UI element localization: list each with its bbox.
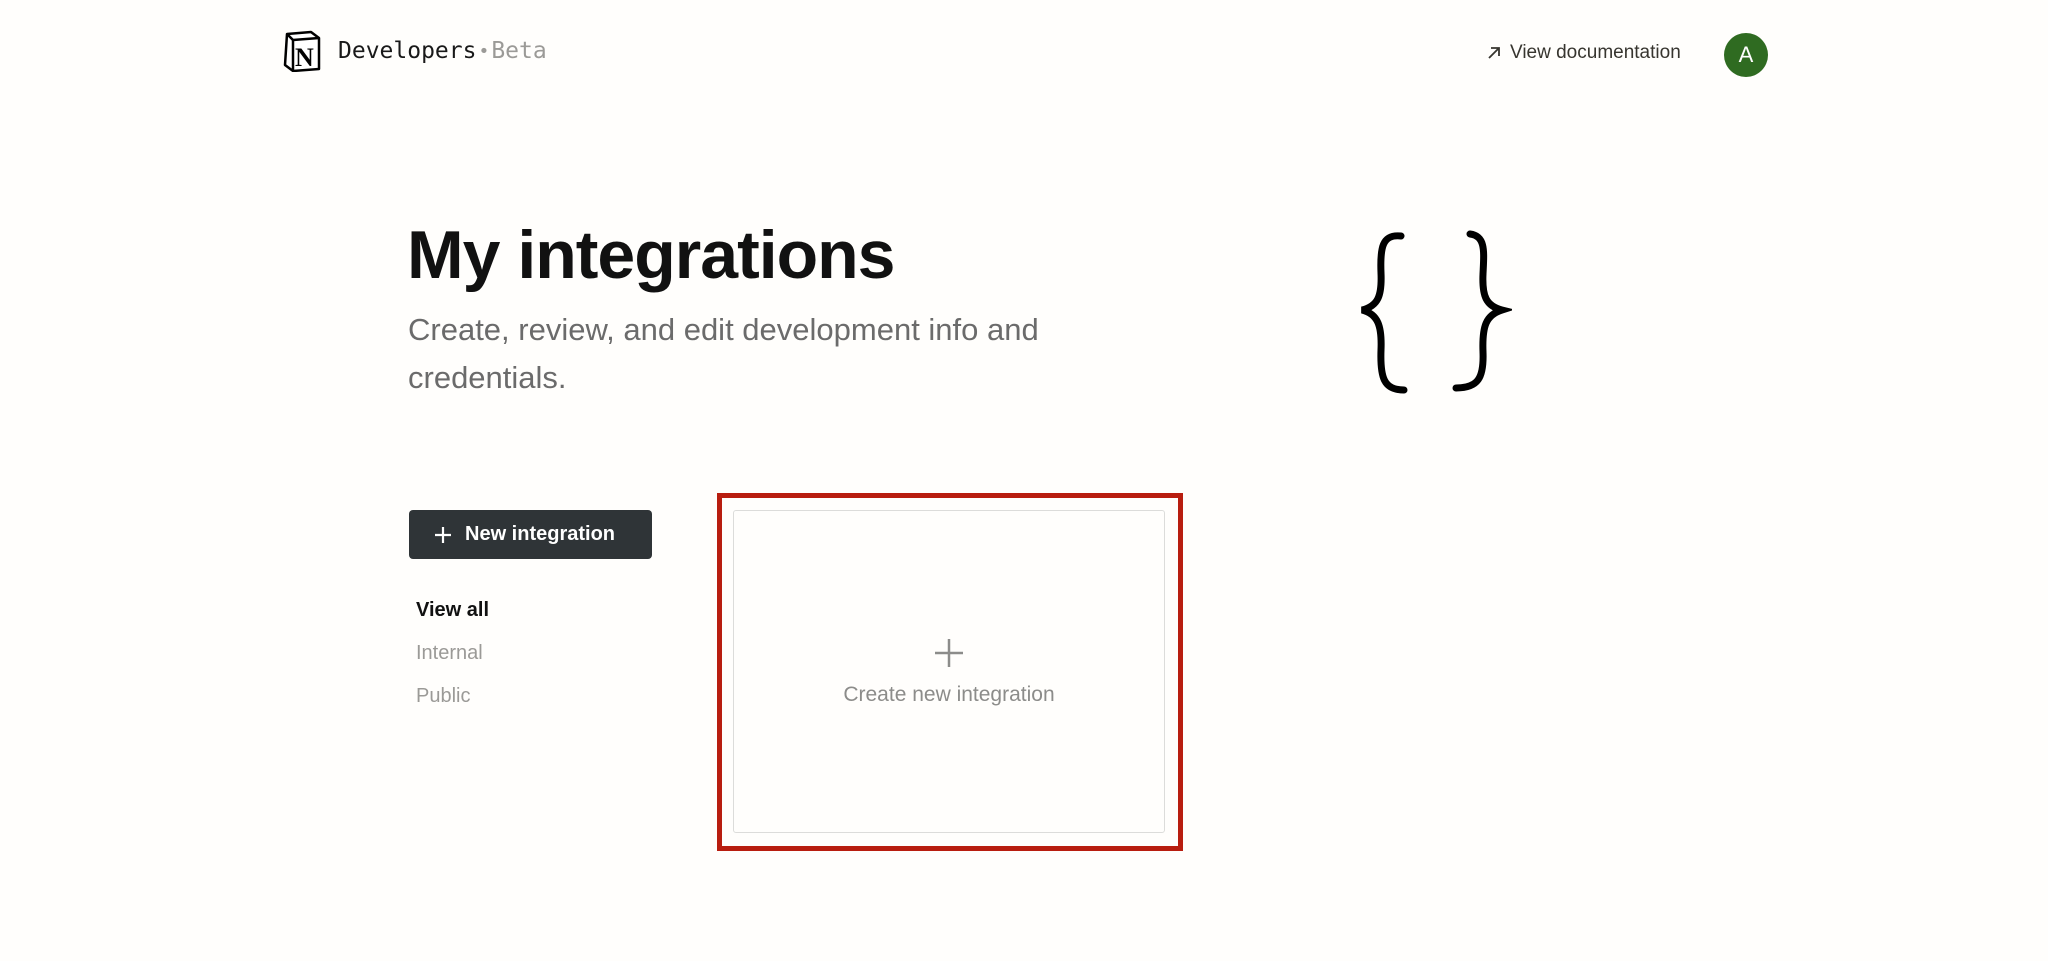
brand-name: Developers — [338, 38, 477, 64]
new-integration-label: New integration — [465, 523, 616, 545]
page-subtitle: Create, review, and edit development inf… — [408, 312, 1039, 395]
filter-view-all[interactable]: View all — [416, 598, 489, 641]
top-header: N Developers • Beta View documentation A — [0, 0, 2048, 110]
view-documentation-link[interactable]: View documentation — [1486, 42, 1681, 64]
new-integration-button[interactable]: New integration — [409, 510, 652, 559]
view-documentation-label: View documentation — [1510, 42, 1681, 63]
create-new-integration-label: Create new integration — [843, 682, 1055, 706]
plus-icon — [435, 526, 451, 543]
brand-beta-tag: Beta — [491, 38, 547, 64]
notion-logo-icon[interactable]: N — [282, 30, 322, 72]
page-title: My integrations — [407, 217, 895, 293]
brand-title[interactable]: Developers • Beta — [338, 38, 547, 64]
arrow-up-right-icon — [1488, 47, 1500, 59]
filter-internal[interactable]: Internal — [416, 641, 489, 684]
user-avatar[interactable]: A — [1724, 33, 1768, 77]
curly-braces-icon — [1360, 230, 1512, 394]
plus-icon — [935, 638, 963, 667]
svg-text:N: N — [295, 43, 314, 72]
integration-filter-list: View all Internal Public — [416, 598, 489, 727]
brand-separator: • — [478, 40, 490, 62]
create-new-integration-card[interactable]: Create new integration — [733, 510, 1165, 833]
filter-public[interactable]: Public — [416, 684, 489, 727]
